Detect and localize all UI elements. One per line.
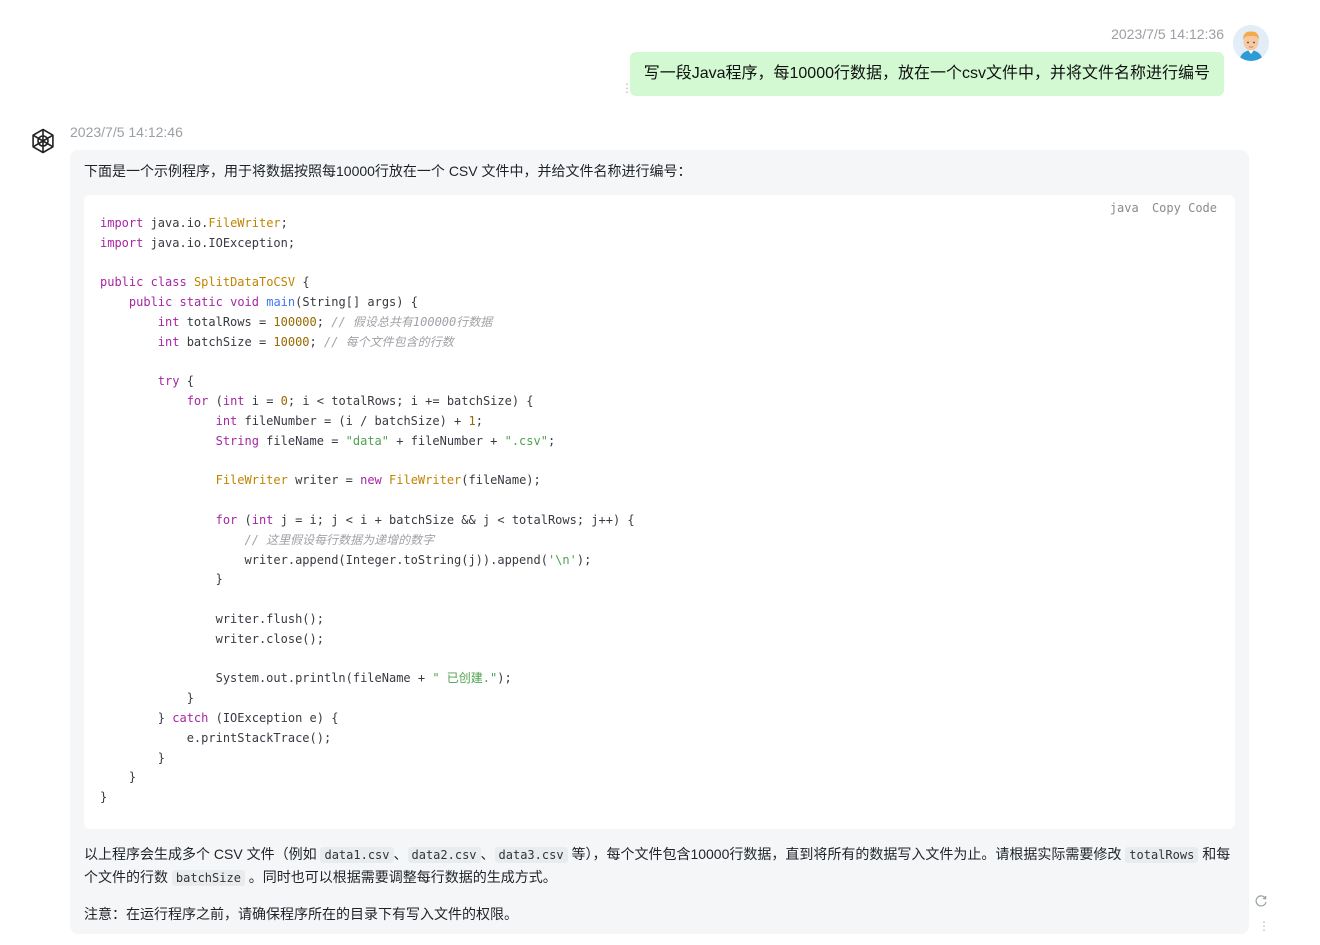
assistant-message-bubble: 下面是一个示例程序，用于将数据按照每10000行放在一个 CSV 文件中，并给文… xyxy=(70,150,1249,934)
code-line: String fileName = "data" + fileNumber + … xyxy=(215,433,556,448)
code-line: FileWriter writer = new FileWriter(fileN… xyxy=(215,473,541,488)
code-line: int fileNumber = (i / batchSize) + 1; xyxy=(215,413,483,428)
assistant-intro-text: 下面是一个示例程序，用于将数据按照每10000行放在一个 CSV 文件中，并给文… xyxy=(84,163,692,179)
code-line: public static void main(String[] args) { xyxy=(128,295,418,310)
code-label: Code xyxy=(1188,201,1217,215)
code-line: writer.close(); xyxy=(100,631,324,646)
code-line: System.out.println(fileName + " 已创建."); xyxy=(100,671,512,686)
user-message-bubble: 写一段Java程序，每10000行数据，放在一个csv文件中，并将文件名称进行编… xyxy=(629,52,1224,96)
summary-separator-2: 、 xyxy=(480,846,495,862)
assistant-summary-text: 以上程序会生成多个 CSV 文件（例如 data1.csv、 data2.csv、… xyxy=(84,843,1235,889)
code-line: for (int j = i; j < i + batchSize && j <… xyxy=(215,512,635,527)
code-line: } xyxy=(100,750,166,765)
code-line: writer.flush(); xyxy=(100,611,324,626)
inline-code-batchsize: batchSize xyxy=(171,870,245,886)
summary-text-4: 。同时也可以根据需要调整每行数据的生成方式。 xyxy=(244,869,557,885)
code-line: int batchSize = 10000; // 每个文件包含的行数 xyxy=(157,334,454,349)
code-line: import java.io.FileWriter; xyxy=(100,216,288,230)
code-line: public class SplitDataToCSV { xyxy=(100,275,310,290)
code-line: } xyxy=(100,770,137,785)
copy-code-button[interactable]: Copy Code xyxy=(1152,201,1217,215)
code-line: // 这里假设每行数据为递增的数字 xyxy=(244,532,435,547)
code-content: import java.io.FileWriter; import java.io… xyxy=(100,214,1219,808)
refresh-icon[interactable] xyxy=(1254,894,1268,908)
more-vertical-icon[interactable]: ⋮ xyxy=(621,80,633,96)
code-line: } xyxy=(100,572,223,587)
code-line: } xyxy=(100,691,194,706)
code-line: for (int i = 0; i < totalRows; i += batc… xyxy=(186,394,534,409)
summary-text-2: 等），每个文件包含10000行数据，直到将所有的数据写入文件为止。请根据实际需要… xyxy=(567,846,1126,862)
code-line: e.printStackTrace(); xyxy=(100,730,332,745)
code-line: try { xyxy=(157,374,194,389)
inline-code-totalrows: totalRows xyxy=(1125,847,1199,863)
inline-code-data3: data3.csv xyxy=(494,847,568,863)
assistant-message-timestamp: 2023/7/5 14:12:46 xyxy=(70,124,183,140)
code-line: } catch (IOException e) { xyxy=(100,710,339,725)
user-avatar[interactable] xyxy=(1233,25,1269,61)
inline-code-data1: data1.csv xyxy=(320,847,394,863)
code-language-label: java xyxy=(1109,201,1139,215)
openai-logo-icon xyxy=(28,126,58,156)
summary-text-1: 以上程序会生成多个 CSV 文件（例如 xyxy=(84,846,321,862)
summary-separator-1: 、 xyxy=(393,846,408,862)
assistant-note-text: 注意：在运行程序之前，请确保程序所在的目录下有写入文件的权限。 xyxy=(84,906,518,922)
more-vertical-icon[interactable]: ⋮ xyxy=(1258,918,1270,934)
user-message-timestamp: 2023/7/5 14:12:36 xyxy=(1111,26,1224,42)
code-line: writer.append(Integer.toString(j)).appen… xyxy=(100,552,592,567)
code-toolbar: java Copy Code xyxy=(1104,201,1217,215)
code-line: int totalRows = 100000; // 假设总共有100000行数… xyxy=(157,314,493,329)
code-block: java Copy Code import java.io.FileWriter… xyxy=(84,195,1235,829)
copy-label: Copy xyxy=(1151,201,1181,215)
code-line: } xyxy=(100,790,108,805)
code-line: import java.io.IOException; xyxy=(100,235,296,250)
inline-code-data2: data2.csv xyxy=(407,847,481,863)
